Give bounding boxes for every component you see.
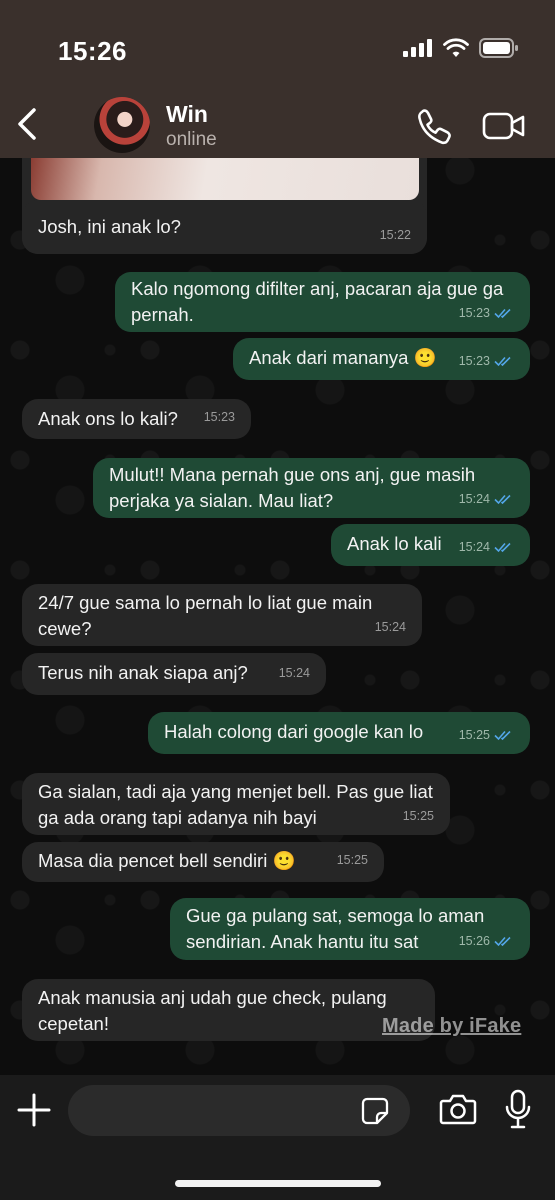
read-ticks-icon [494, 494, 511, 505]
message-text: Ga sialan, tadi aja yang menjet bell. Pa… [38, 781, 433, 828]
message-input[interactable] [68, 1085, 410, 1136]
message-time: 15:23 [458, 306, 490, 320]
message-time: 15:24 [458, 492, 490, 506]
message-time: 15:25 [336, 853, 368, 867]
wifi-icon [443, 38, 469, 57]
message-bubble-outgoing[interactable]: Mulut!! Mana pernah gue ons anj, gue mas… [93, 458, 530, 518]
message-text: Kalo ngomong difilter anj, pacaran aja g… [131, 278, 504, 325]
plus-icon[interactable] [16, 1092, 52, 1128]
message-time: 15:24 [458, 540, 490, 554]
message-text: Mulut!! Mana pernah gue ons anj, gue mas… [109, 464, 476, 511]
chevron-left-icon[interactable] [10, 104, 44, 144]
message-time: 15:24 [278, 666, 310, 680]
message-text: Anak ons lo kali? [38, 408, 178, 429]
sticker-icon[interactable] [361, 1097, 389, 1125]
message-time: 15:23 [203, 410, 235, 424]
message-bubble-incoming[interactable]: Anak ons lo kali? 15:23 [22, 399, 251, 439]
read-ticks-icon [494, 542, 511, 553]
status-bar-icons [403, 38, 519, 58]
phone-icon[interactable] [415, 107, 453, 145]
watermark: Made by iFake [382, 1015, 522, 1037]
message-bubble-incoming[interactable]: Masa dia pencet bell sendiri 🙂 15:25 [22, 842, 384, 882]
message-text: Anak dari mananya 🙂 [249, 347, 437, 368]
read-ticks-icon [494, 936, 511, 947]
message-time: 15:23 [458, 354, 490, 368]
message-text: Anak lo kali [347, 533, 442, 554]
contact-status: online [166, 129, 217, 150]
message-bubble-incoming[interactable]: Ga sialan, tadi aja yang menjet bell. Pa… [22, 773, 450, 835]
contact-name[interactable]: Win [166, 101, 208, 128]
message-text: Halah colong dari google kan lo [164, 721, 424, 742]
signal-icon [403, 39, 432, 57]
message-bubble-incoming[interactable]: 24/7 gue sama lo pernah lo liat gue main… [22, 584, 422, 646]
message-text: Josh, ini anak lo? [38, 216, 181, 237]
home-indicator[interactable] [175, 1180, 381, 1187]
message-bubble-incoming[interactable]: Anak manusia anj udah gue check, pulang … [22, 979, 435, 1041]
read-ticks-icon [494, 308, 511, 319]
message-time: 15:25 [458, 728, 490, 742]
message-time: 15:25 [402, 809, 434, 823]
message-bubble-incoming[interactable]: Josh, ini anak lo? 15:22 [22, 200, 427, 254]
message-bubble-outgoing[interactable]: Kalo ngomong difilter anj, pacaran aja g… [115, 272, 530, 332]
message-text: Masa dia pencet bell sendiri 🙂 [38, 850, 296, 871]
read-ticks-icon [494, 356, 511, 367]
message-text: Terus nih anak siapa anj? [38, 662, 248, 683]
microphone-icon[interactable] [505, 1089, 531, 1129]
status-bar-time: 15:26 [58, 36, 127, 66]
message-bubble-outgoing[interactable]: Anak dari mananya 🙂 15:23 [233, 338, 530, 380]
read-ticks-icon [494, 730, 511, 741]
message-bubble-outgoing[interactable]: Halah colong dari google kan lo 15:25 [148, 712, 530, 754]
message-time: 15:26 [458, 934, 490, 948]
avatar[interactable] [94, 97, 150, 153]
message-bubble-incoming[interactable]: Terus nih anak siapa anj? 15:24 [22, 653, 326, 695]
chat-header: 15:26 Win online [0, 0, 555, 158]
message-time: 15:24 [374, 620, 406, 634]
photo-message-image[interactable] [31, 158, 419, 200]
camera-icon[interactable] [439, 1092, 477, 1126]
message-text: 24/7 gue sama lo pernah lo liat gue main… [38, 592, 373, 639]
message-time: 15:22 [379, 228, 411, 242]
message-bubble-outgoing[interactable]: Gue ga pulang sat, semoga lo aman sendir… [170, 898, 530, 960]
video-camera-icon[interactable] [482, 110, 526, 142]
battery-icon [479, 38, 518, 58]
message-text: Gue ga pulang sat, semoga lo aman sendir… [186, 905, 485, 952]
message-bubble-outgoing[interactable]: Anak lo kali 15:24 [331, 524, 530, 566]
message-text: Anak manusia anj udah gue check, pulang … [38, 987, 387, 1034]
